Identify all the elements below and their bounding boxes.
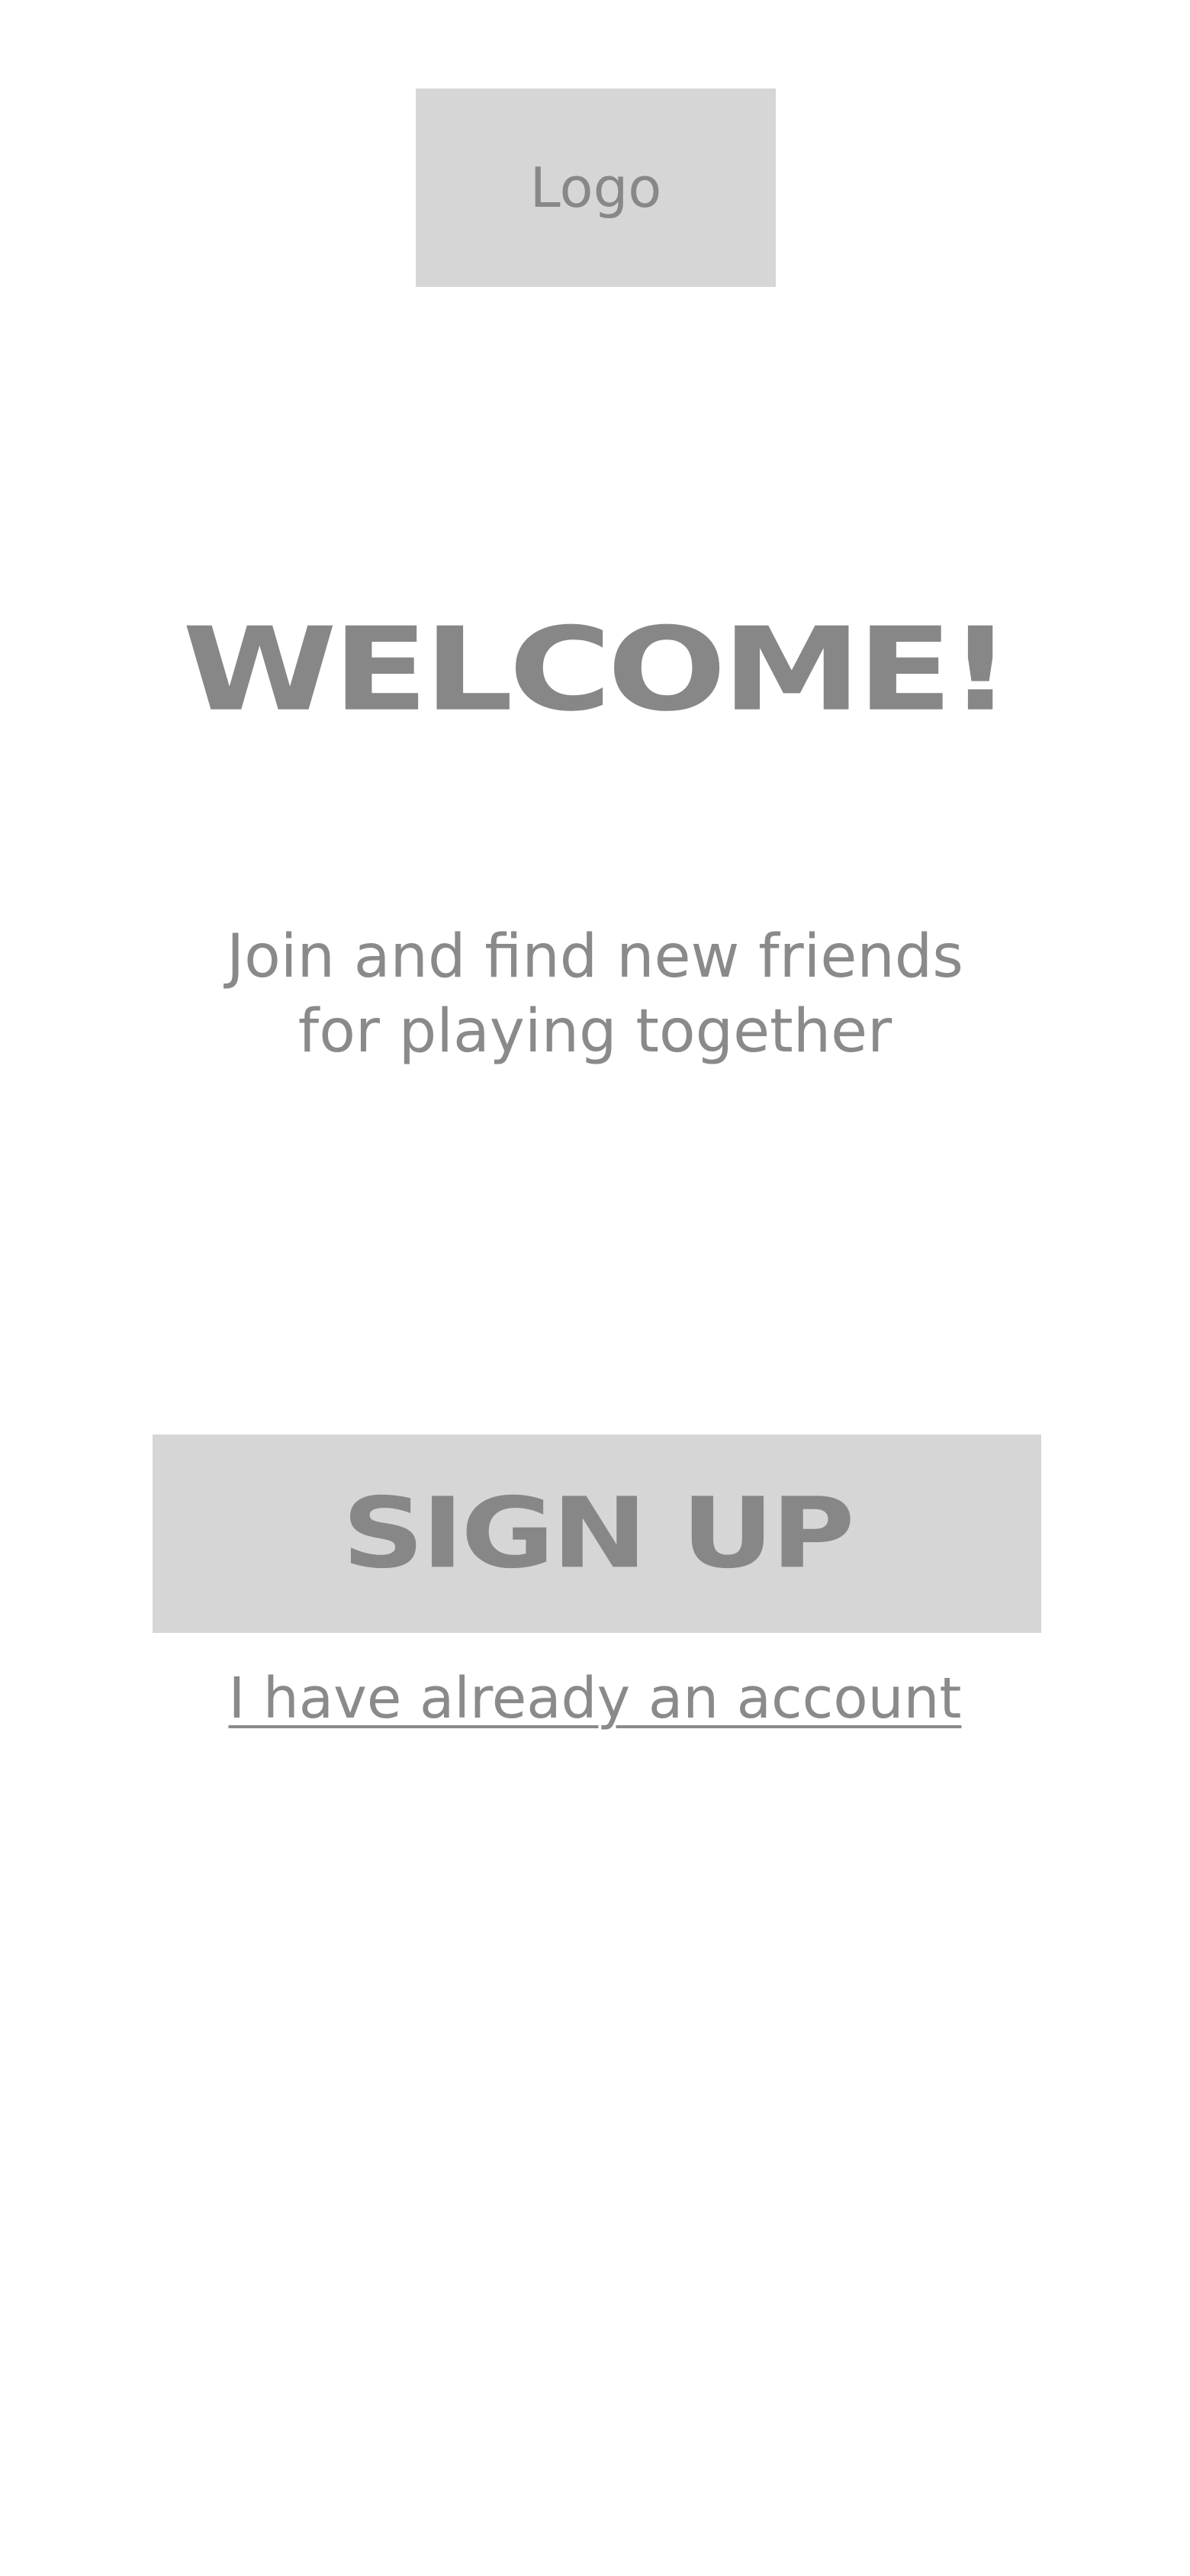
logo-placeholder: Logo: [416, 89, 776, 287]
logo-label: Logo: [529, 156, 662, 220]
existing-account-link[interactable]: I have already an account: [0, 1660, 1190, 1737]
welcome-subtitle: Join and find new friends for playing to…: [227, 923, 963, 1066]
welcome-screen: Logo WELCOME! Join and find new friends …: [0, 0, 1190, 2576]
sign-up-button[interactable]: SIGN UP: [153, 1435, 1041, 1633]
sign-up-label: SIGN UP: [342, 1477, 854, 1590]
welcome-heading: WELCOME!: [182, 603, 1012, 737]
